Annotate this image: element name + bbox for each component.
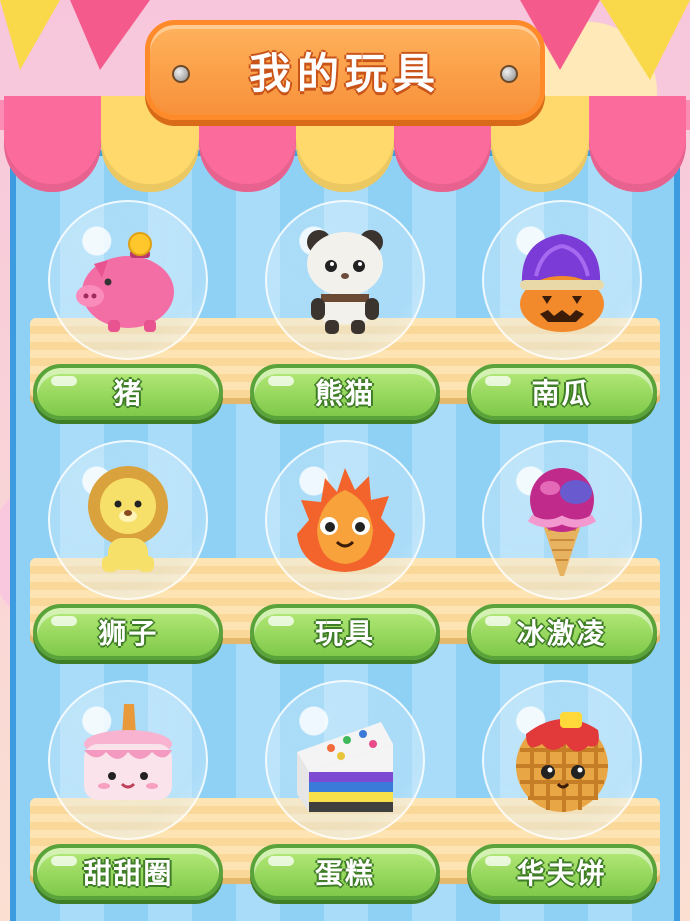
- toy-label: 冰激凌: [516, 617, 607, 650]
- toy-label-button[interactable]: 熊猫: [249, 364, 440, 420]
- panda-icon: [306, 230, 383, 334]
- title-sign: 我的玩具: [145, 20, 545, 120]
- toy-bubble[interactable]: [481, 200, 642, 360]
- toy-card-toy[interactable]: 玩具: [237, 440, 454, 668]
- cake-slice-icon: [296, 722, 393, 812]
- toy-label-button[interactable]: 猪: [33, 364, 224, 420]
- toy-bubble[interactable]: [48, 440, 209, 600]
- toy-card-cake[interactable]: 蛋糕: [237, 680, 454, 908]
- toy-card-ice-cream[interactable]: 冰激凌: [453, 440, 670, 668]
- toy-card-pig[interactable]: 猪: [20, 200, 237, 428]
- lion-icon: [88, 466, 169, 572]
- toy-label-button[interactable]: 华夫饼: [466, 844, 657, 900]
- toy-label: 玩具: [314, 617, 375, 650]
- toy-card-panda[interactable]: 熊猫: [237, 200, 454, 428]
- toy-bubble[interactable]: [481, 680, 642, 840]
- toy-card-waffle[interactable]: 华夫饼: [453, 680, 670, 908]
- toy-bubble[interactable]: [264, 200, 425, 360]
- toy-label: 南瓜: [531, 377, 592, 410]
- toy-grid: 猪 熊猫 南瓜 狮子 玩具 冰激凌 甜甜圈 蛋糕 华夫饼: [20, 200, 670, 908]
- rivet-icon: [172, 65, 190, 83]
- toy-label-button[interactable]: 南瓜: [466, 364, 657, 420]
- ice-cream-icon: [527, 468, 596, 576]
- flame-plush-icon: [296, 468, 395, 572]
- toy-card-pumpkin[interactable]: 南瓜: [453, 200, 670, 428]
- toy-label: 蛋糕: [314, 857, 375, 890]
- toy-label-button[interactable]: 玩具: [249, 604, 440, 660]
- toy-card-donut[interactable]: 甜甜圈: [20, 680, 237, 908]
- toy-label: 狮子: [98, 617, 159, 650]
- toy-bubble[interactable]: [481, 440, 642, 600]
- rivet-icon: [500, 65, 518, 83]
- toy-label: 熊猫: [314, 377, 375, 410]
- toy-label-button[interactable]: 狮子: [33, 604, 224, 660]
- waffle-icon: [515, 712, 608, 812]
- toy-label: 甜甜圈: [83, 857, 174, 890]
- toy-label-button[interactable]: 冰激凌: [466, 604, 657, 660]
- toy-bubble[interactable]: [48, 680, 209, 840]
- toy-bubble[interactable]: [264, 440, 425, 600]
- toy-label-button[interactable]: 甜甜圈: [33, 844, 224, 900]
- page-title: 我的玩具: [248, 48, 441, 98]
- cake-icon: [84, 704, 173, 800]
- toy-card-lion[interactable]: 狮子: [20, 440, 237, 668]
- toy-bubble[interactable]: [48, 200, 209, 360]
- toy-label: 华夫饼: [516, 857, 607, 890]
- toy-label: 猪: [113, 377, 144, 410]
- toy-label-button[interactable]: 蛋糕: [249, 844, 440, 900]
- pumpkin-icon: [519, 234, 604, 332]
- toy-bubble[interactable]: [264, 680, 425, 840]
- piggy-bank-icon: [76, 232, 175, 332]
